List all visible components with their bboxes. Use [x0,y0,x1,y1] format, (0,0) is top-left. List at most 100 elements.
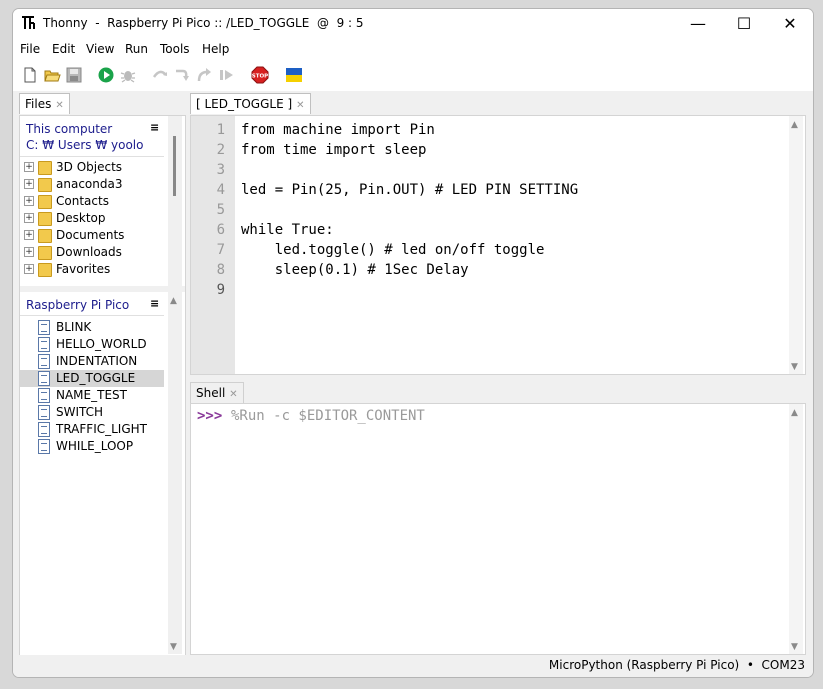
close-tab-icon[interactable]: ✕ [296,100,304,111]
code-line[interactable]: sleep(0.1) # 1Sec Delay [241,262,469,278]
tree-item[interactable]: + Contacts [24,193,174,210]
line-number: 3 [216,162,225,178]
code-line[interactable]: led = Pin(25, Pin.OUT) # LED PIN SETTING [241,182,578,198]
tree-item[interactable]: + Downloads [24,244,174,261]
tab-shell[interactable]: Shell ✕ [190,382,244,403]
local-scrollbar[interactable] [168,116,182,286]
expand-icon[interactable]: + [24,264,34,274]
list-item[interactable]: TRAFFIC_LIGHT [20,421,164,438]
line-number: 8 [216,262,225,278]
list-item[interactable]: BLINK [20,319,164,336]
close-tab-icon[interactable]: ✕ [55,100,63,111]
tree-item-label: anaconda3 [56,177,123,191]
menu-file[interactable]: File [20,42,40,56]
list-item[interactable]: INDENTATION [20,353,164,370]
scroll-up-arrow-icon[interactable]: ▲ [791,120,798,130]
maximize-button[interactable]: ☐ [721,9,767,39]
scroll-up-arrow-icon[interactable]: ▲ [791,408,798,418]
tab-led-toggle[interactable]: [ LED_TOGGLE ] ✕ [190,93,311,114]
folder-icon [38,178,52,192]
step-over-icon[interactable] [151,66,169,84]
expand-icon[interactable]: + [24,196,34,206]
expand-icon[interactable]: + [24,162,34,172]
code-line[interactable]: led.toggle() # led on/off toggle [241,242,545,258]
file-label: INDENTATION [56,354,138,368]
menu-bar: File Edit View Run Tools Help [13,39,813,61]
open-folder-icon[interactable] [43,66,61,84]
menu-run[interactable]: Run [125,42,148,56]
file-label: BLINK [56,320,92,334]
shell-console[interactable]: >>> %Run -c $EDITOR_CONTENT ▲ ▼ [190,403,806,655]
folder-icon [38,195,52,209]
scroll-down-arrow-icon[interactable]: ▼ [170,642,177,652]
folder-icon [38,212,52,226]
code-line[interactable]: from machine import Pin [241,122,435,138]
expand-icon[interactable]: + [24,247,34,257]
line-number-current: 9 [216,282,225,298]
device-heading[interactable]: Raspberry Pi Pico [26,298,129,312]
scroll-down-arrow-icon[interactable]: ▼ [791,642,798,652]
file-icon [38,337,50,352]
file-label: WHILE_LOOP [56,439,134,453]
tree-item[interactable]: + Documents [24,227,174,244]
this-computer-heading[interactable]: This computer [26,122,112,136]
tree-item-label: Contacts [56,194,109,208]
tree-item[interactable]: + Favorites [24,261,174,278]
file-label: LED_TOGGLE [56,371,136,385]
menu-tools[interactable]: Tools [160,42,190,56]
device-scrollbar[interactable]: ▲ ▼ [168,292,182,654]
scroll-up-arrow-icon[interactable]: ▲ [170,296,177,306]
list-item[interactable]: HELLO_WORLD [20,336,164,353]
file-label: TRAFFIC_LIGHT [56,422,147,436]
ukraine-flag-icon[interactable] [285,66,303,84]
stop-icon[interactable]: STOP [251,66,269,84]
close-tab-icon[interactable]: ✕ [229,389,237,400]
editor-tab-label: [ LED_TOGGLE ] [196,97,293,111]
run-icon[interactable] [97,66,115,84]
menu-icon[interactable]: ≡ [150,121,159,134]
toolbar: STOP [13,61,813,91]
menu-help[interactable]: Help [202,42,229,56]
list-item[interactable]: NAME_TEST [20,387,164,404]
expand-icon[interactable]: + [24,179,34,189]
thonny-app-icon [21,15,35,31]
folder-icon [38,246,52,260]
file-icon [38,371,50,386]
menu-edit[interactable]: Edit [52,42,75,56]
save-icon[interactable] [65,66,83,84]
list-item-selected[interactable]: LED_TOGGLE [20,370,164,387]
tree-item[interactable]: + anaconda3 [24,176,174,193]
step-out-icon[interactable] [195,66,213,84]
line-number: 7 [216,242,225,258]
step-into-icon[interactable] [173,66,191,84]
debug-icon[interactable] [119,66,137,84]
local-path[interactable]: C: ₩ Users ₩ yoolo [26,138,143,152]
tree-item[interactable]: +3D Objects [24,159,174,176]
list-item[interactable]: WHILE_LOOP [20,438,164,455]
code-line[interactable]: from time import sleep [241,142,426,158]
menu-view[interactable]: View [86,42,114,56]
tree-item[interactable]: + Desktop [24,210,174,227]
close-button[interactable]: ✕ [767,9,813,39]
expand-icon[interactable]: + [24,230,34,240]
list-item[interactable]: SWITCH [20,404,164,421]
new-file-icon[interactable] [21,66,39,84]
editor-scrollbar[interactable]: ▲ ▼ [789,116,803,374]
tree-item-label: 3D Objects [56,160,123,174]
folder-icon [38,229,52,243]
scroll-thumb[interactable] [173,136,176,196]
shell-command[interactable]: %Run -c $EDITOR_CONTENT [231,408,425,424]
code-editor[interactable]: 1 2 3 4 5 6 7 8 9 from machine import Pi… [190,115,806,375]
files-panel: This computer ≡ C: ₩ Users ₩ yoolo +3D O… [19,115,186,657]
tab-files[interactable]: Files ✕ [19,93,70,114]
scroll-down-arrow-icon[interactable]: ▼ [791,362,798,372]
minimize-button[interactable]: — [675,9,721,39]
shell-scrollbar[interactable]: ▲ ▼ [789,404,803,654]
menu-icon[interactable]: ≡ [150,297,159,310]
file-icon [38,388,50,403]
interpreter-status[interactable]: MicroPython (Raspberry Pi Pico) • COM23 [549,658,805,672]
code-line[interactable]: while True: [241,222,334,238]
resume-icon[interactable] [217,66,235,84]
line-number: 1 [216,122,225,138]
expand-icon[interactable]: + [24,213,34,223]
